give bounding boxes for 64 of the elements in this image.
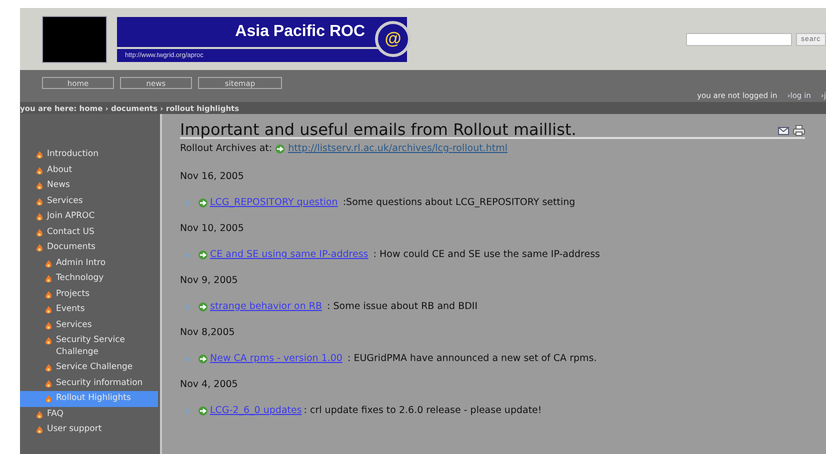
arrow-circle-icon <box>198 198 208 208</box>
sidebar-item[interactable]: Security information <box>20 376 158 391</box>
flame-bullet-icon <box>36 426 43 434</box>
sidebar-item[interactable]: Introduction <box>20 147 158 162</box>
archives-label: Rollout Archives at: <box>180 143 272 155</box>
sidebar-item[interactable]: Service Challenge <box>20 360 158 376</box>
sidebar-item[interactable]: Technology <box>20 271 158 286</box>
list-bullet-icon <box>186 357 190 361</box>
date-heading: Nov 4, 2005 <box>180 379 239 391</box>
email-description: : crl update fixes to 2.6.0 release - please update! <box>304 405 542 417</box>
sidebar-item[interactable]: Contact US <box>20 224 158 240</box>
page-title: Important and useful emails from Rollout maillist. <box>180 124 576 136</box>
flame-bullet-icon <box>45 380 52 388</box>
flame-bullet-icon <box>36 166 43 174</box>
arrow-circle-icon <box>198 302 208 312</box>
sidebar-item[interactable]: Projects <box>20 286 158 302</box>
flame-bullet-icon <box>36 198 43 206</box>
flame-bullet-icon <box>45 260 52 268</box>
sidebar-item[interactable]: Join APROC <box>20 209 158 224</box>
sidebar-item[interactable]: Documents <box>20 240 158 256</box>
flame-bullet-icon <box>36 228 43 236</box>
sidebar-item[interactable]: Events <box>20 302 158 318</box>
sidebar-item[interactable]: Rollout Highlights <box>20 391 158 406</box>
flame-bullet-icon <box>45 364 52 372</box>
sidebar-item[interactable]: Security Service Challenge <box>20 333 158 360</box>
printer-icon[interactable] <box>793 125 805 136</box>
flame-bullet-icon <box>45 322 52 330</box>
flame-bullet-icon <box>36 410 43 418</box>
email-description: : How could CE and SE use the same IP-address <box>372 249 600 261</box>
arrow-circle-icon <box>198 354 208 364</box>
date-heading: Nov 9, 2005 <box>180 275 239 287</box>
list-bullet-icon <box>186 409 190 413</box>
flame-bullet-icon <box>45 306 52 314</box>
site-title: Asia Pacific ROC <box>235 22 365 40</box>
sidebar-item[interactable]: User support <box>20 422 158 438</box>
sidebar-item[interactable]: About <box>20 162 158 178</box>
flame-bullet-icon <box>36 213 43 221</box>
sidebar-item[interactable]: Services <box>20 318 158 333</box>
email-description: : Some issue about RB and BDII <box>326 301 478 313</box>
list-bullet-icon <box>186 253 190 257</box>
arrow-circle-icon <box>198 406 208 416</box>
flame-bullet-icon <box>45 395 52 403</box>
arrow-circle-icon <box>275 144 286 154</box>
date-heading: Nov 10, 2005 <box>180 223 245 235</box>
logo-block <box>42 16 107 62</box>
flame-bullet-icon <box>45 290 52 298</box>
date-heading: Nov 8,2005 <box>180 327 236 339</box>
sidebar-item[interactable]: FAQ <box>20 406 158 422</box>
flame-bullet-icon <box>36 182 43 190</box>
search-field[interactable] <box>686 32 792 46</box>
sidebar-item[interactable]: Admin Intro <box>20 256 158 271</box>
envelope-icon[interactable] <box>778 126 789 134</box>
date-heading: Nov 16, 2005 <box>180 171 245 183</box>
list-bullet-icon <box>186 305 190 309</box>
sidebar-item[interactable]: Services <box>20 194 158 209</box>
flame-bullet-icon <box>36 151 43 159</box>
flame-bullet-icon <box>45 337 52 345</box>
sidebar-item[interactable]: News <box>20 178 158 194</box>
arrow-circle-icon <box>198 250 208 260</box>
email-description: :Some questions about LCG_REPOSITORY setting <box>342 197 576 209</box>
list-bullet-icon <box>186 201 190 205</box>
flame-bullet-icon <box>36 244 43 252</box>
email-description: : EUGridPMA have announced a new set of CA rpms. <box>346 353 597 365</box>
flame-bullet-icon <box>45 275 52 283</box>
